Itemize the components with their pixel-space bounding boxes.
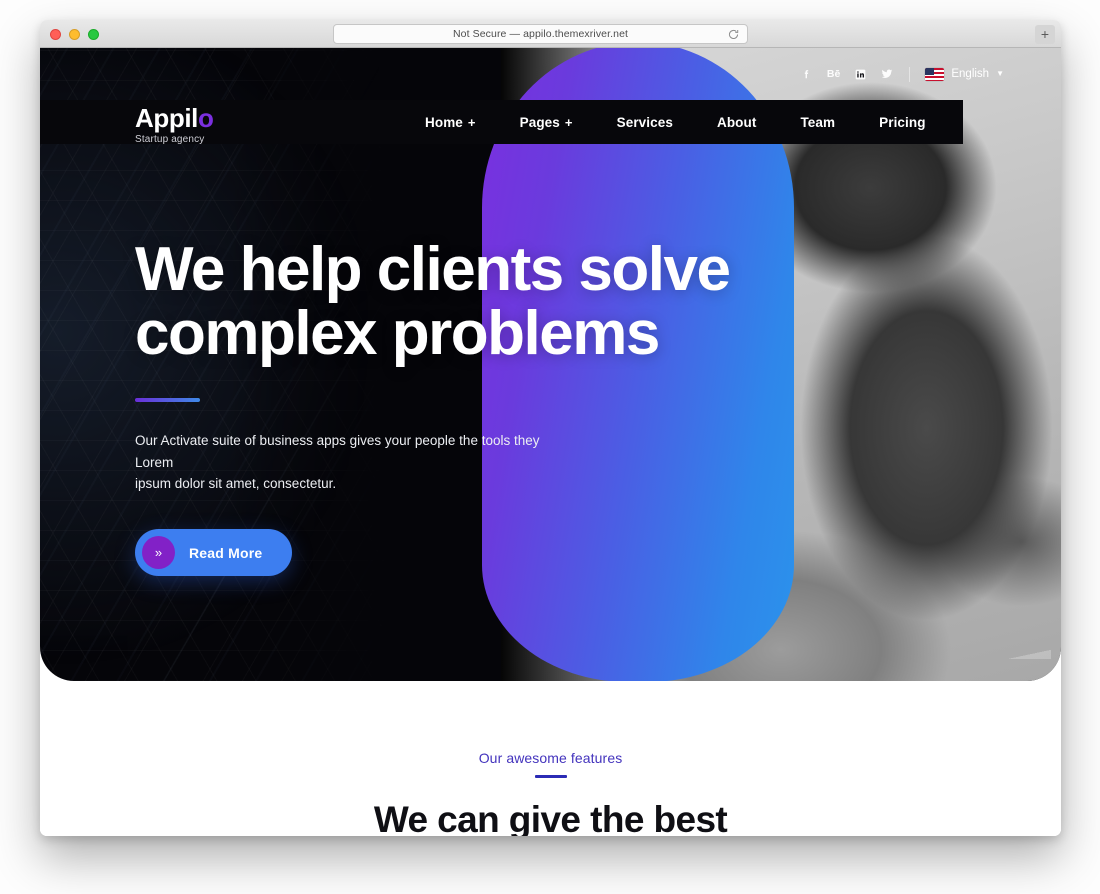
hero-paragraph-line-2: ipsum dolor sit amet, consectetur. bbox=[135, 476, 337, 492]
features-title-line-1: We can give the best bbox=[373, 799, 728, 836]
features-eyebrow: Our awesome features bbox=[478, 750, 623, 766]
language-selector[interactable]: English ▼ bbox=[925, 67, 1004, 81]
social-links: Bē bbox=[800, 67, 894, 81]
hero-title: We help clients solve complex problems bbox=[135, 238, 775, 366]
hero-paragraph-line-1: Our Activate suite of business apps give… bbox=[135, 432, 540, 470]
linkedin-icon[interactable] bbox=[853, 67, 867, 81]
logo-tagline: Startup agency bbox=[135, 134, 205, 146]
browser-titlebar: Not Secure — appilo.themexriver.net + bbox=[40, 20, 1061, 48]
features-title: We can give the best facilites for you! bbox=[40, 798, 1061, 836]
window-controls bbox=[50, 29, 99, 40]
new-tab-button[interactable]: + bbox=[1035, 25, 1055, 44]
nav-item-pricing[interactable]: Pricing bbox=[857, 115, 947, 130]
maximize-window-button[interactable] bbox=[88, 29, 99, 40]
nav-item-team[interactable]: Team bbox=[778, 115, 857, 130]
hero-title-line-2: complex problems bbox=[135, 298, 660, 368]
language-label: English bbox=[951, 68, 990, 80]
hero-title-line-1: We help clients solve bbox=[135, 235, 731, 304]
address-bar-text: Not Secure — appilo.themexriver.net bbox=[452, 28, 629, 40]
hero-section: Bē English ▼ Home + Pages + Services Abo… bbox=[40, 48, 1061, 681]
double-chevron-right-icon: » bbox=[142, 536, 175, 570]
minimize-window-button[interactable] bbox=[69, 29, 80, 40]
nav-item-home[interactable]: Home + bbox=[403, 115, 498, 130]
nav-item-services[interactable]: Services bbox=[595, 115, 695, 130]
nav-item-label: Team bbox=[800, 114, 836, 130]
nav-item-label: About bbox=[716, 114, 757, 130]
read-more-button[interactable]: » Read More bbox=[135, 529, 293, 577]
hero-paragraph: Our Activate suite of business apps give… bbox=[135, 430, 565, 496]
logo-name: Appil bbox=[135, 103, 198, 133]
close-window-button[interactable] bbox=[50, 29, 61, 40]
nav-menu: Home + Pages + Services About Team Prici… bbox=[403, 100, 948, 144]
facebook-icon[interactable] bbox=[800, 67, 814, 81]
nav-item-label: Pricing bbox=[879, 114, 926, 130]
top-utility-bar: Bē English ▼ bbox=[40, 48, 1061, 100]
nav-item-about[interactable]: About bbox=[695, 115, 778, 130]
browser-window: Not Secure — appilo.themexriver.net + Bē bbox=[40, 20, 1061, 836]
logo-accent-letter: o bbox=[198, 103, 214, 133]
nav-item-label: Services bbox=[616, 114, 673, 130]
features-eyebrow-underline bbox=[534, 775, 567, 778]
hero-content: We help clients solve complex problems O… bbox=[135, 238, 775, 577]
nav-item-label: Pages bbox=[519, 114, 560, 130]
nav-item-label: Home bbox=[425, 114, 463, 130]
read-more-label: Read More bbox=[189, 544, 263, 561]
address-bar[interactable]: Not Secure — appilo.themexriver.net bbox=[333, 24, 748, 44]
behance-icon[interactable]: Bē bbox=[827, 67, 840, 81]
hero-divider bbox=[135, 397, 200, 402]
twitter-icon[interactable] bbox=[880, 67, 894, 81]
site-logo[interactable]: Appilo Startup agency bbox=[135, 103, 214, 146]
us-flag-icon bbox=[925, 67, 945, 81]
nav-expand-icon: + bbox=[564, 114, 573, 130]
topbar-divider bbox=[909, 66, 911, 82]
logo-wordmark: Appilo bbox=[135, 103, 214, 133]
nav-item-pages[interactable]: Pages + bbox=[498, 115, 595, 130]
reload-icon[interactable] bbox=[727, 28, 740, 41]
page-viewport: Bē English ▼ Home + Pages + Services Abo… bbox=[40, 48, 1061, 836]
chevron-down-icon: ▼ bbox=[996, 69, 1004, 78]
features-section: Our awesome features We can give the bes… bbox=[40, 681, 1061, 836]
nav-expand-icon: + bbox=[467, 114, 476, 130]
